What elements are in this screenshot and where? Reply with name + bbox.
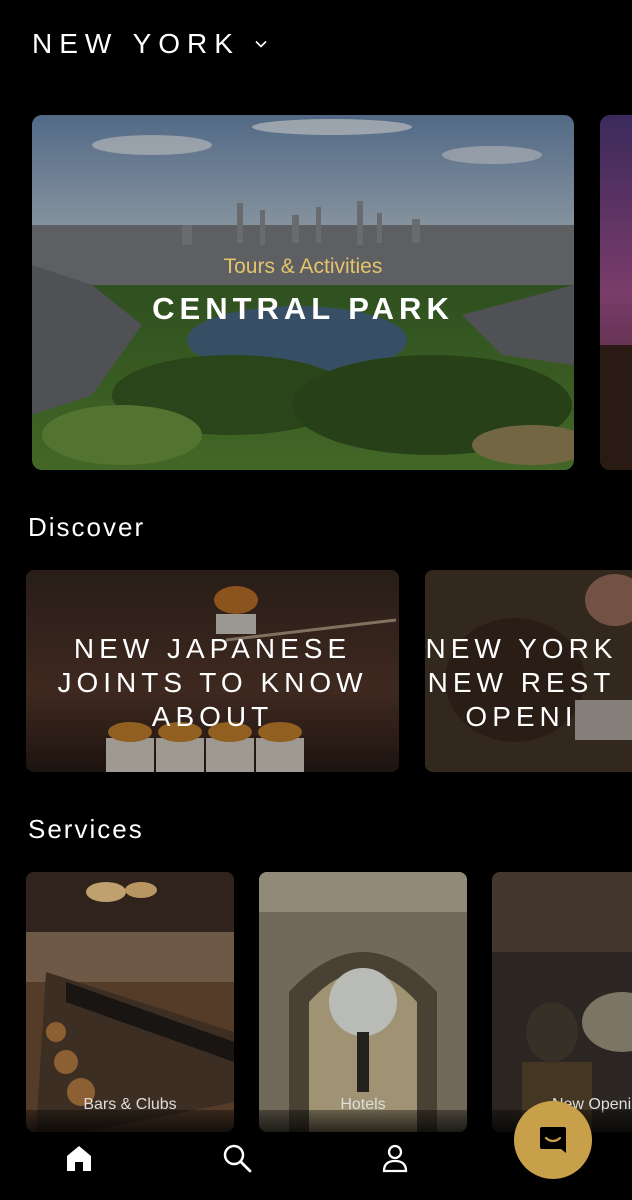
restaurant-image bbox=[492, 872, 632, 1132]
discover-heading: Discover bbox=[28, 512, 146, 542]
hotel-image bbox=[259, 872, 467, 1132]
tab-search[interactable] bbox=[219, 1140, 255, 1176]
discover-card-japanese[interactable]: NEW JAPANESE JOINTS TO KNOW ABOUT bbox=[26, 570, 399, 772]
service-card-bars-clubs[interactable]: Bars & Clubs bbox=[26, 872, 234, 1132]
discover-card-line: JOINTS TO KNOW bbox=[57, 667, 368, 698]
discover-card-new-restaurants[interactable]: NEW YORK NEW REST OPENI bbox=[425, 570, 632, 772]
featured-card-caption: Tours & Activities CENTRAL PARK bbox=[32, 255, 574, 327]
service-card-new-openings[interactable]: New Openin bbox=[492, 872, 632, 1132]
bar-image bbox=[26, 872, 234, 1132]
featured-title: CENTRAL PARK bbox=[152, 291, 454, 326]
tab-profile[interactable] bbox=[377, 1140, 413, 1176]
chat-button[interactable] bbox=[514, 1101, 592, 1179]
featured-carousel: Tours & Activities CENTRAL PARK bbox=[0, 115, 632, 470]
featured-card-central-park[interactable]: Tours & Activities CENTRAL PARK bbox=[32, 115, 574, 470]
discover-card-title: NEW YORK NEW REST OPENI bbox=[425, 632, 632, 734]
featured-card-next[interactable] bbox=[600, 115, 632, 470]
featured-category: Tours & Activities bbox=[223, 255, 383, 278]
discover-card-line: NEW JAPANESE bbox=[73, 633, 352, 664]
discover-carousel: NEW JAPANESE JOINTS TO KNOW ABOUT NEW YO… bbox=[0, 570, 632, 772]
home-icon bbox=[67, 1146, 91, 1171]
services-carousel: Bars & Clubs Hotels New Openin bbox=[0, 872, 632, 1132]
discover-card-line: NEW REST bbox=[427, 667, 616, 698]
city-name: NEW YORK bbox=[32, 28, 240, 59]
discover-card-line: ABOUT bbox=[151, 701, 274, 732]
services-heading: Services bbox=[28, 814, 144, 844]
tab-home[interactable] bbox=[61, 1140, 97, 1176]
discover-card-line: NEW YORK bbox=[425, 633, 618, 664]
chevron-down-icon bbox=[255, 40, 267, 48]
service-card-hotels[interactable]: Hotels bbox=[259, 872, 467, 1132]
search-icon bbox=[223, 1144, 252, 1173]
discover-card-line: OPENI bbox=[465, 701, 578, 732]
discover-card-title: NEW JAPANESE JOINTS TO KNOW ABOUT bbox=[26, 632, 399, 734]
profile-icon bbox=[382, 1144, 408, 1173]
chat-icon bbox=[540, 1127, 566, 1153]
city-selector[interactable]: NEW YORK bbox=[32, 28, 268, 60]
next-featured-image bbox=[600, 115, 632, 470]
